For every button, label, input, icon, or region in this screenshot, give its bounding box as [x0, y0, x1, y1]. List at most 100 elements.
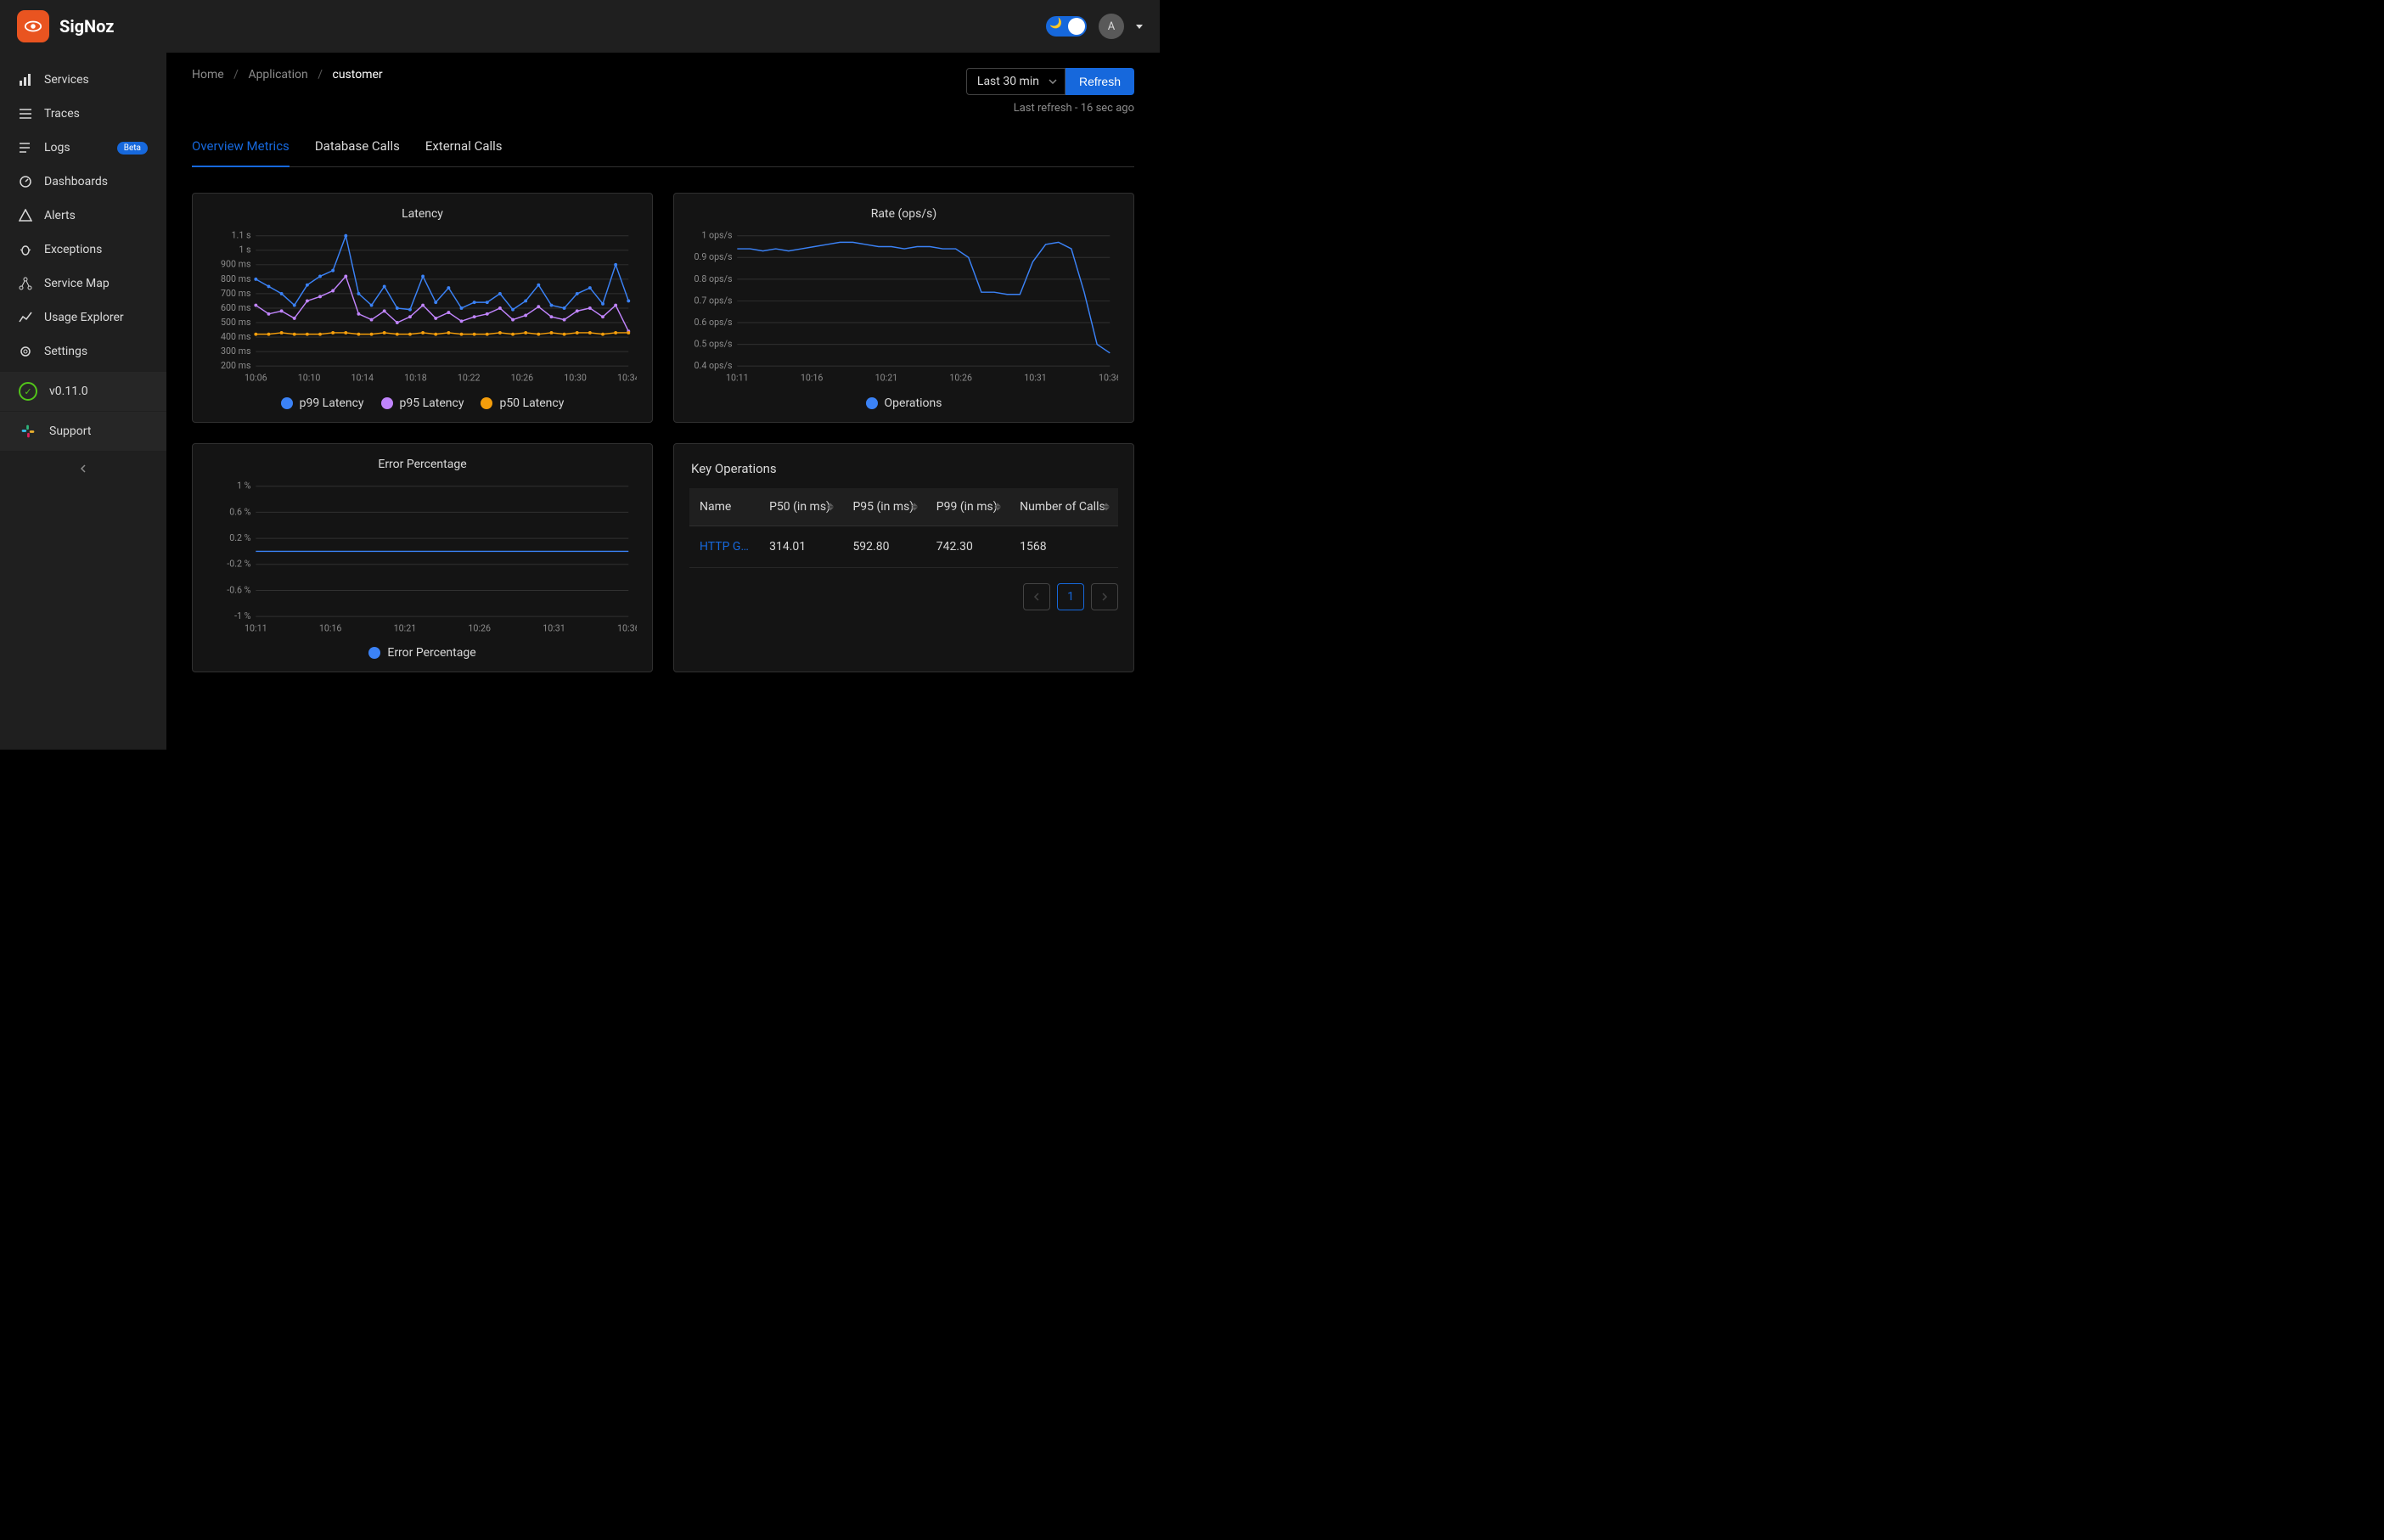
tab-database-calls[interactable]: Database Calls [315, 138, 400, 166]
svg-text:0.2 %: 0.2 % [229, 532, 250, 543]
sidebar-item-services[interactable]: Services [0, 63, 166, 97]
time-range-select[interactable]: Last 30 min [966, 68, 1065, 95]
theme-toggle[interactable] [1046, 16, 1087, 37]
controls: Last 30 min Refresh Last refresh - 16 se… [966, 68, 1134, 115]
legend-p99[interactable]: p99 Latency [281, 396, 364, 410]
svg-text:0.6 %: 0.6 % [229, 506, 250, 517]
sidebar-item-logs[interactable]: Logs Beta [0, 131, 166, 165]
rate-legend: Operations [689, 396, 1118, 410]
logo-wrap: SigNoz [17, 10, 114, 42]
sidebar-item-label: Usage Explorer [44, 311, 124, 324]
table-row[interactable]: HTTP GE... 314.01 592.80 742.30 1568 [689, 526, 1118, 567]
avatar[interactable]: A [1099, 14, 1124, 39]
tab-external-calls[interactable]: External Calls [425, 138, 503, 166]
svg-text:10:36: 10:36 [1099, 373, 1118, 384]
svg-text:10:16: 10:16 [319, 622, 342, 633]
latency-title: Latency [208, 207, 637, 221]
check-circle-icon: ✓ [19, 382, 37, 401]
topbar: SigNoz A [0, 0, 1160, 53]
rate-chart: 1 ops/s0.9 ops/s0.8 ops/s0.7 ops/s0.6 op… [689, 228, 1118, 385]
sidebar-item-label: Service Map [44, 277, 110, 290]
page-next-button[interactable] [1091, 583, 1118, 610]
op-p95: 592.80 [842, 526, 925, 567]
tab-overview-metrics[interactable]: Overview Metrics [192, 138, 290, 167]
op-calls: 1568 [1009, 526, 1118, 567]
gear-icon [19, 345, 32, 358]
svg-text:400 ms: 400 ms [221, 331, 251, 342]
sort-icon [1103, 503, 1110, 510]
op-name[interactable]: HTTP GE... [689, 526, 759, 567]
rate-card: Rate (ops/s) 1 ops/s0.9 ops/s0.8 ops/s0.… [673, 193, 1134, 423]
pagination: 1 [689, 583, 1118, 610]
svg-text:900 ms: 900 ms [221, 259, 251, 270]
topbar-right: A [1046, 14, 1143, 39]
svg-text:10:31: 10:31 [543, 622, 565, 633]
svg-text:500 ms: 500 ms [221, 317, 251, 328]
page-number-button[interactable]: 1 [1057, 583, 1084, 610]
sidebar-item-usage-explorer[interactable]: Usage Explorer [0, 301, 166, 334]
brand-name: SigNoz [59, 16, 114, 37]
sidebar-item-label: Dashboards [44, 175, 108, 188]
svg-text:0.6 ops/s: 0.6 ops/s [694, 317, 733, 328]
version-label: v0.11.0 [49, 385, 88, 398]
bar-chart-icon [19, 73, 32, 87]
page-prev-button[interactable] [1023, 583, 1050, 610]
sidebar-item-label: Services [44, 73, 89, 87]
list-icon [19, 141, 32, 155]
breadcrumb-home[interactable]: Home [192, 68, 224, 81]
col-p50[interactable]: P50 (in ms) [759, 488, 842, 526]
latency-legend: p99 Latency p95 Latency p50 Latency [208, 396, 637, 410]
svg-text:10:26: 10:26 [468, 622, 491, 633]
legend-operations[interactable]: Operations [866, 396, 942, 410]
breadcrumb-app[interactable]: Application [248, 68, 307, 81]
beta-badge: Beta [117, 142, 148, 155]
sidebar-item-label: Alerts [44, 209, 76, 222]
svg-text:700 ms: 700 ms [221, 288, 251, 299]
sidebar-item-exceptions[interactable]: Exceptions [0, 233, 166, 267]
menu-icon [19, 107, 32, 121]
sidebar-item-alerts[interactable]: Alerts [0, 199, 166, 233]
svg-text:10:34: 10:34 [617, 373, 637, 384]
key-ops-title: Key Operations [691, 461, 1118, 476]
version-item[interactable]: ✓ v0.11.0 [0, 372, 166, 411]
sidebar-item-settings[interactable]: Settings [0, 334, 166, 368]
support-item[interactable]: Support [0, 412, 166, 451]
svg-text:200 ms: 200 ms [221, 360, 251, 371]
svg-text:10:11: 10:11 [726, 373, 749, 384]
sidebar-item-service-map[interactable]: Service Map [0, 267, 166, 301]
slack-icon [19, 422, 37, 441]
sidebar-item-dashboards[interactable]: Dashboards [0, 165, 166, 199]
svg-text:0.5 ops/s: 0.5 ops/s [694, 338, 733, 349]
svg-text:10:21: 10:21 [875, 373, 898, 384]
tabs: Overview Metrics Database Calls External… [192, 138, 1134, 167]
col-p99[interactable]: P99 (in ms) [926, 488, 1009, 526]
sidebar-collapse-button[interactable] [0, 451, 166, 488]
legend-error[interactable]: Error Percentage [368, 646, 475, 660]
logo-icon [17, 10, 49, 42]
legend-p95[interactable]: p95 Latency [381, 396, 464, 410]
svg-text:1 %: 1 % [237, 480, 251, 491]
col-p95[interactable]: P95 (in ms) [842, 488, 925, 526]
svg-text:10:16: 10:16 [801, 373, 824, 384]
svg-text:800 ms: 800 ms [221, 273, 251, 284]
sidebar-item-traces[interactable]: Traces [0, 97, 166, 131]
svg-text:10:06: 10:06 [245, 373, 267, 384]
last-refresh-text: Last refresh - 16 sec ago [966, 102, 1134, 115]
svg-text:10:26: 10:26 [511, 373, 534, 384]
col-calls[interactable]: Number of Calls [1009, 488, 1118, 526]
refresh-button[interactable]: Refresh [1065, 68, 1134, 95]
breadcrumb: Home / Application / customer [192, 68, 383, 81]
svg-text:10:14: 10:14 [351, 373, 374, 384]
error-card: Error Percentage 1 %0.6 %0.2 %-0.2 %-0.6… [192, 443, 653, 673]
legend-p50[interactable]: p50 Latency [481, 396, 564, 410]
user-menu-caret-icon[interactable] [1136, 25, 1143, 29]
sort-icon [994, 503, 1001, 510]
main-content: Home / Application / customer Last 30 mi… [166, 53, 1160, 750]
col-name[interactable]: Name [689, 488, 759, 526]
dashboard-icon [19, 175, 32, 188]
op-p50: 314.01 [759, 526, 842, 567]
key-operations-card: Key Operations Name P50 (in ms) P95 (in … [673, 443, 1134, 673]
line-chart-icon [19, 311, 32, 324]
svg-text:0.8 ops/s: 0.8 ops/s [694, 273, 733, 284]
error-title: Error Percentage [208, 458, 637, 471]
